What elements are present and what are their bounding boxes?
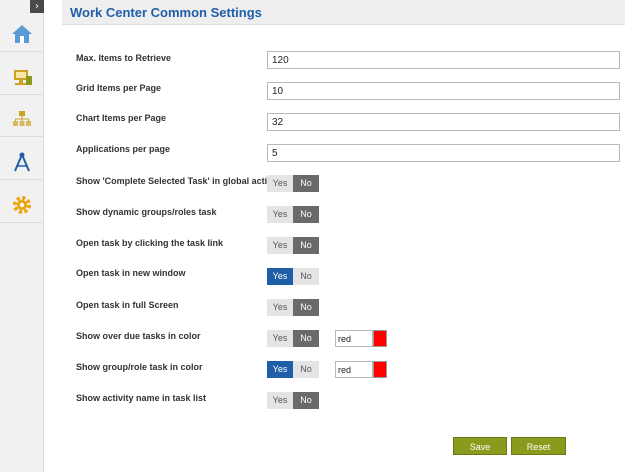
compass-icon: [14, 152, 30, 171]
page-title: Work Center Common Settings: [70, 5, 262, 20]
dynamic-groups-toggle[interactable]: Yes No: [267, 206, 319, 223]
overdue-color-label: Show over due tasks in color: [76, 331, 201, 341]
complete-selected-label: Show 'Complete Selected Task' in global …: [76, 176, 279, 186]
group-role-color-input[interactable]: [335, 361, 373, 378]
computer-icon: [14, 69, 32, 85]
toggle-yes-option[interactable]: Yes: [267, 175, 293, 192]
settings-panel: Work Center Common Settings Max. Items t…: [62, 0, 625, 472]
full-screen-row: Open task in full Screen Yes No: [62, 299, 625, 321]
toggle-no-option[interactable]: No: [293, 299, 319, 316]
sidebar-expand-button[interactable]: ›: [30, 0, 44, 13]
toggle-yes-option[interactable]: Yes: [267, 237, 293, 254]
grid-items-input[interactable]: [267, 82, 620, 100]
toggle-no-option[interactable]: No: [293, 330, 319, 347]
save-button[interactable]: Save: [453, 437, 507, 455]
activity-name-label: Show activity name in task list: [76, 393, 207, 403]
group-role-color-row: Show group/role task in color Yes No: [62, 361, 625, 383]
complete-selected-row: Show 'Complete Selected Task' in global …: [62, 175, 625, 197]
max-items-input[interactable]: [267, 51, 620, 69]
header-bar: Work Center Common Settings: [62, 0, 625, 25]
reset-button[interactable]: Reset: [511, 437, 566, 455]
chart-items-label: Chart Items per Page: [76, 113, 167, 123]
hierarchy-icon: [13, 110, 31, 126]
applications-label: Applications per page: [76, 144, 171, 154]
chart-items-input[interactable]: [267, 113, 620, 131]
new-window-row: Open task in new window Yes No: [62, 268, 625, 290]
chart-items-row: Chart Items per Page: [62, 113, 625, 135]
toggle-yes-option[interactable]: Yes: [267, 330, 293, 347]
overdue-color-input[interactable]: [335, 330, 373, 347]
sidebar-item-workstation[interactable]: [0, 59, 44, 95]
group-role-color-swatch[interactable]: [373, 361, 387, 378]
overdue-color-swatch[interactable]: [373, 330, 387, 347]
sidebar-item-home[interactable]: [0, 16, 44, 52]
applications-input[interactable]: [267, 144, 620, 162]
applications-row: Applications per page: [62, 144, 625, 166]
sidebar-item-settings[interactable]: [0, 187, 44, 223]
max-items-row: Max. Items to Retrieve: [62, 51, 625, 73]
sidebar-item-organization[interactable]: [0, 101, 44, 137]
toggle-yes-option[interactable]: Yes: [267, 392, 293, 409]
toggle-no-option[interactable]: No: [293, 237, 319, 254]
toggle-no-option[interactable]: No: [293, 361, 319, 378]
sidebar-item-design[interactable]: [0, 144, 44, 180]
open-by-link-row: Open task by clicking the task link Yes …: [62, 237, 625, 259]
overdue-color-toggle[interactable]: Yes No: [267, 330, 319, 347]
toggle-yes-option[interactable]: Yes: [267, 361, 293, 378]
new-window-label: Open task in new window: [76, 268, 186, 278]
full-screen-label: Open task in full Screen: [76, 300, 179, 310]
grid-items-label: Grid Items per Page: [76, 83, 162, 93]
group-role-color-label: Show group/role task in color: [76, 362, 203, 372]
activity-name-row: Show activity name in task list Yes No: [62, 392, 625, 414]
toggle-no-option[interactable]: No: [293, 392, 319, 409]
toggle-yes-option[interactable]: Yes: [267, 206, 293, 223]
gear-icon: [13, 195, 31, 214]
dynamic-groups-row: Show dynamic groups/roles task Yes No: [62, 206, 625, 228]
overdue-color-row: Show over due tasks in color Yes No: [62, 330, 625, 352]
open-by-link-toggle[interactable]: Yes No: [267, 237, 319, 254]
max-items-label: Max. Items to Retrieve: [76, 53, 172, 63]
toggle-no-option[interactable]: No: [293, 206, 319, 223]
full-screen-toggle[interactable]: Yes No: [267, 299, 319, 316]
toggle-no-option[interactable]: No: [293, 175, 319, 192]
new-window-toggle[interactable]: Yes No: [267, 268, 319, 285]
activity-name-toggle[interactable]: Yes No: [267, 392, 319, 409]
app-root: › Work Center Common Settings Max. Items…: [0, 0, 625, 472]
complete-selected-toggle[interactable]: Yes No: [267, 175, 319, 192]
dynamic-groups-label: Show dynamic groups/roles task: [76, 207, 217, 217]
open-by-link-label: Open task by clicking the task link: [76, 238, 224, 248]
toggle-yes-option[interactable]: Yes: [267, 299, 293, 316]
toggle-yes-option[interactable]: Yes: [267, 268, 293, 285]
home-icon: [12, 24, 32, 43]
grid-items-row: Grid Items per Page: [62, 82, 625, 104]
toggle-no-option[interactable]: No: [293, 268, 319, 285]
group-role-color-toggle[interactable]: Yes No: [267, 361, 319, 378]
sidebar: ›: [0, 0, 44, 472]
